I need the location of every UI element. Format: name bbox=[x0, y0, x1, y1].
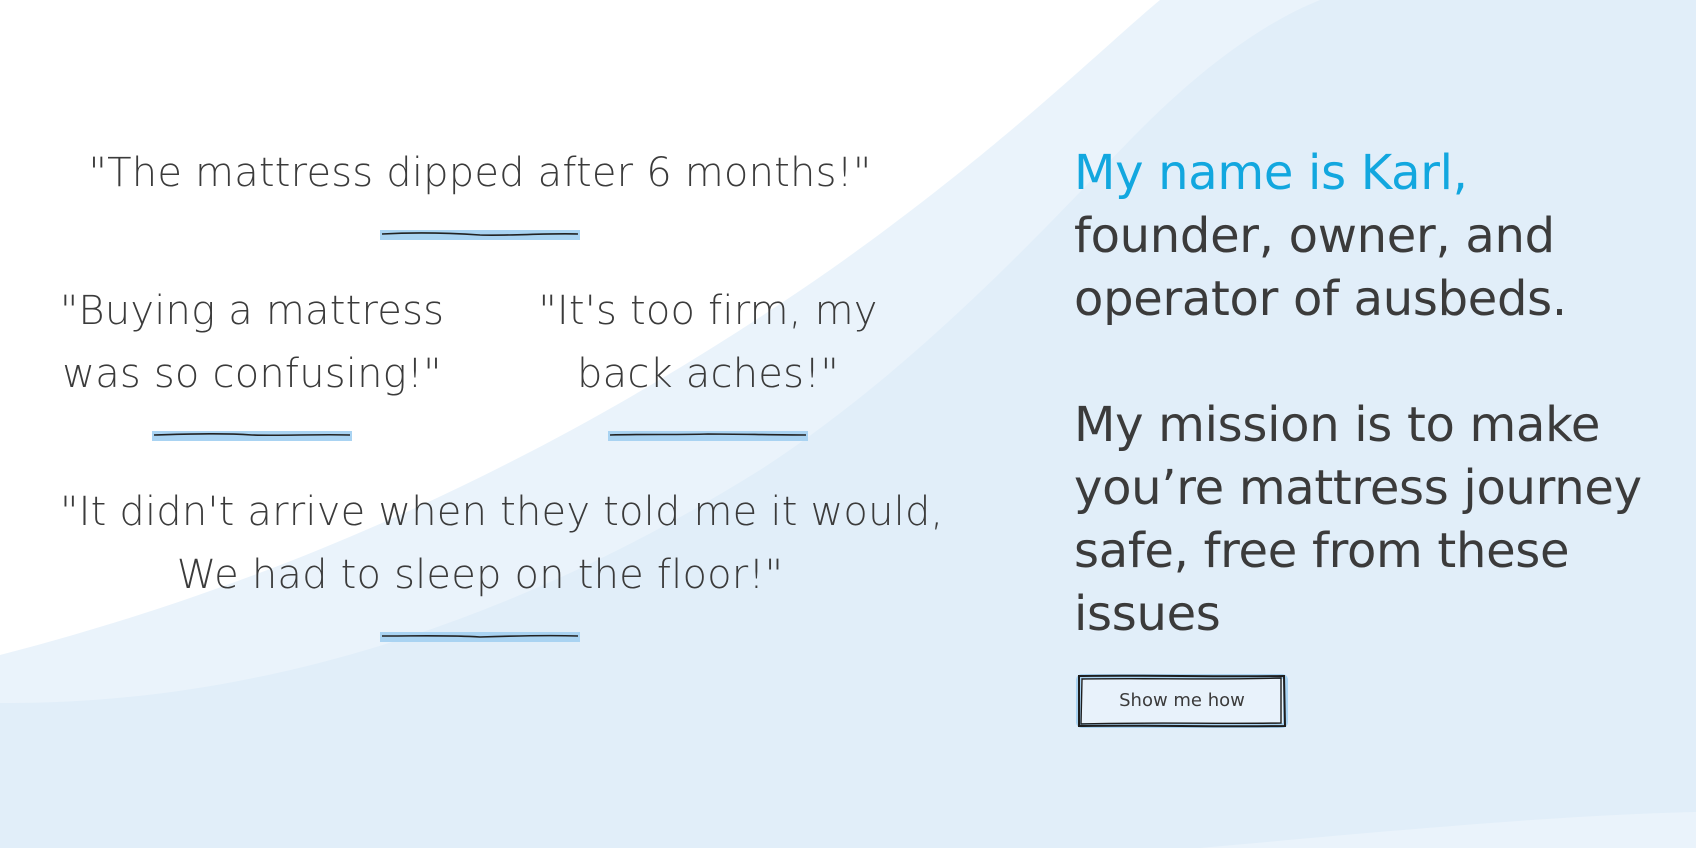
quote-text-line1: "It didn't arrive when they told me it w… bbox=[60, 489, 944, 535]
quote-underline-scribble bbox=[380, 230, 580, 240]
intro-line: founder, owner, and bbox=[1074, 208, 1555, 264]
founder-intro: My name is Karl, founder, owner, and ope… bbox=[1074, 142, 1674, 646]
mission-line: issues bbox=[1074, 586, 1221, 642]
quote-text-line2: back aches!" bbox=[577, 351, 839, 397]
quote-underline-scribble bbox=[380, 632, 580, 642]
quote-underline-scribble bbox=[608, 431, 808, 441]
button-label: Show me how bbox=[1119, 690, 1245, 711]
intro-name-heading: My name is Karl, bbox=[1074, 145, 1468, 201]
mission-line: you’re mattress journey bbox=[1074, 460, 1642, 516]
show-me-how-button[interactable]: Show me how bbox=[1076, 672, 1288, 730]
mission-line: My mission is to make bbox=[1074, 397, 1601, 453]
quote-underline-scribble bbox=[152, 431, 352, 441]
quote-mattress-dipped: "The mattress dipped after 6 months!" bbox=[80, 142, 880, 205]
quote-text-line1: "It's too firm, my bbox=[538, 288, 878, 334]
mission-line: safe, free from these bbox=[1074, 523, 1570, 579]
quote-text-line1: "Buying a mattress bbox=[59, 288, 445, 334]
quote-text-line2: We had to sleep on the floor!" bbox=[176, 552, 784, 598]
quote-buying-confusing: "Buying a mattress was so confusing!" bbox=[52, 280, 452, 406]
quote-text: "The mattress dipped after 6 months!" bbox=[88, 150, 872, 196]
quote-too-firm: "It's too firm, my back aches!" bbox=[508, 280, 908, 406]
quote-text-line2: was so confusing!" bbox=[62, 351, 442, 397]
quote-late-delivery: "It didn't arrive when they told me it w… bbox=[60, 481, 944, 607]
intro-line: operator of ausbeds. bbox=[1074, 271, 1567, 327]
